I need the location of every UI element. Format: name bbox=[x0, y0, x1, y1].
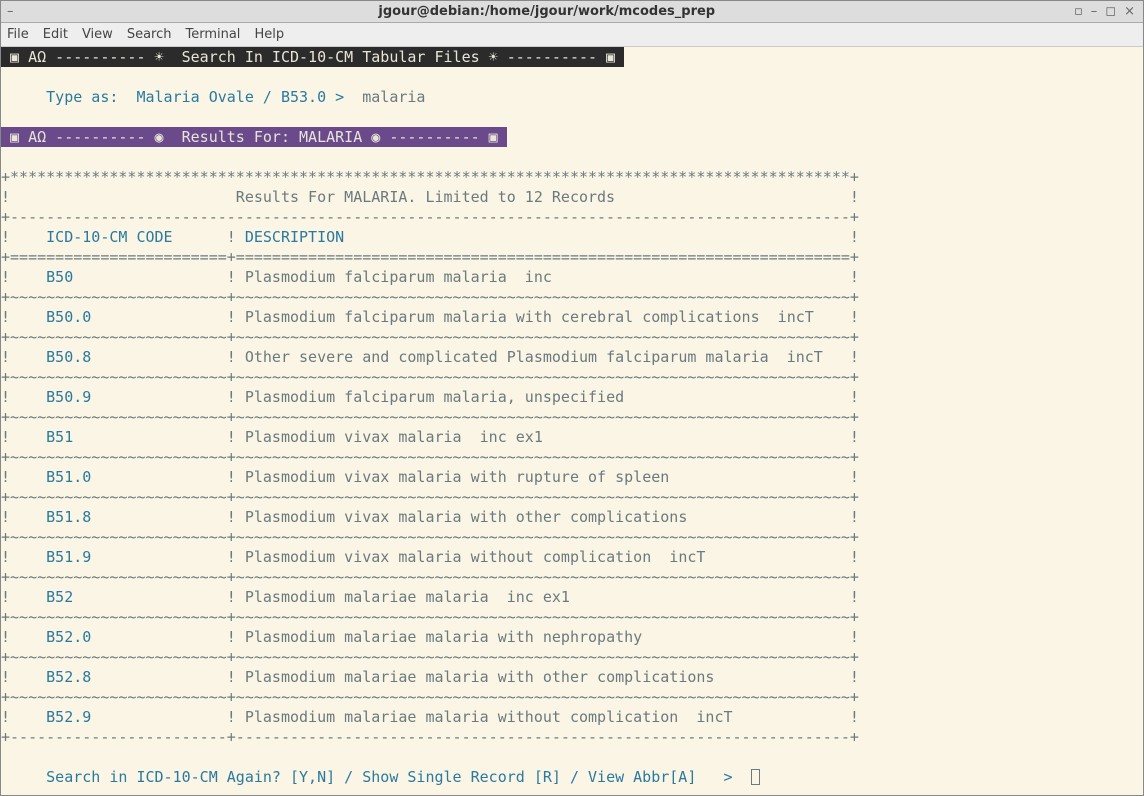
minimize-icon[interactable]: ▫ bbox=[1074, 4, 1083, 19]
menu-terminal[interactable]: Terminal bbox=[185, 27, 240, 42]
terminal-content[interactable]: ▣ AΩ ---------- ☀ Search In ICD-10-CM Ta… bbox=[1, 47, 1143, 795]
menu-search[interactable]: Search bbox=[127, 27, 172, 42]
menu-view[interactable]: View bbox=[82, 27, 113, 42]
maximize-icon[interactable]: ◻ bbox=[1105, 4, 1116, 19]
window-title: jgour@debian:/home/jgour/work/mcodes_pre… bbox=[20, 4, 1074, 19]
menubar: File Edit View Search Terminal Help bbox=[1, 23, 1143, 47]
menu-file[interactable]: File bbox=[7, 27, 29, 42]
window-titlebar[interactable]: – jgour@debian:/home/jgour/work/mcodes_p… bbox=[1, 1, 1143, 23]
close-icon[interactable]: × bbox=[1124, 4, 1135, 19]
window-menu-icon[interactable]: – bbox=[1, 4, 20, 19]
shade-icon[interactable]: – bbox=[1091, 4, 1098, 19]
terminal-window: – jgour@debian:/home/jgour/work/mcodes_p… bbox=[0, 0, 1144, 796]
menu-edit[interactable]: Edit bbox=[43, 27, 68, 42]
menu-help[interactable]: Help bbox=[254, 27, 284, 42]
